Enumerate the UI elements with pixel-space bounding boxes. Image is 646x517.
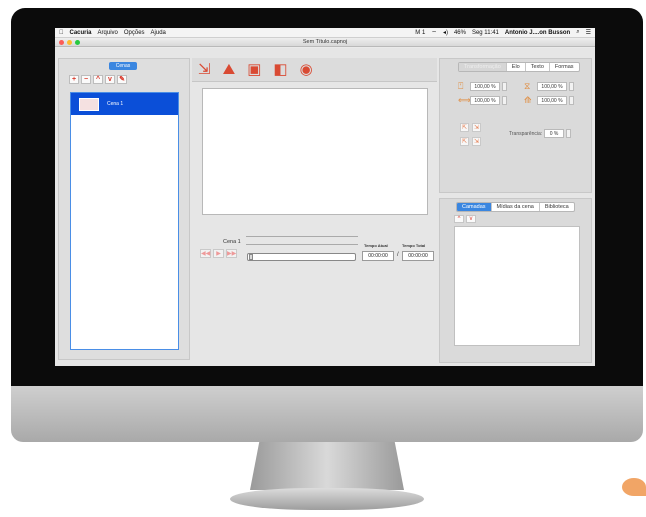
app-menu[interactable]: Cacuria — [70, 30, 92, 36]
remove-scene-button[interactable]: − — [81, 75, 91, 84]
scene-canvas[interactable] — [202, 88, 428, 215]
import-icon[interactable]: ⇲ — [198, 62, 211, 77]
spotlight-icon[interactable]: ⌕ — [576, 29, 579, 36]
layer-down-button[interactable]: v — [466, 215, 476, 223]
monitor-chin — [11, 386, 643, 442]
layers-tabs: Camadas Mídias da cena Biblioteca — [456, 202, 575, 212]
zoom-window-button[interactable] — [75, 40, 80, 45]
window-title: Sem Título.capnoj — [302, 39, 348, 45]
scale-y-icon: ⟰ — [524, 95, 532, 105]
screen:  Cacuria Arquivo Opções Ajuda M 1 ⌔ ◂) … — [55, 28, 595, 366]
menu-ajuda[interactable]: Ajuda — [151, 30, 166, 36]
add-scene-button[interactable]: + — [69, 75, 79, 84]
layer-order-buttons: ^ v — [454, 215, 476, 223]
tab-transformacao[interactable]: Transformação — [459, 63, 507, 71]
app-window: Cenas + − ^ v ✎ Cena 1 ⇲ ⛰ ▣ ◧ ◉ Cena 1 … — [55, 48, 595, 366]
wifi-icon[interactable]: ⌔ — [431, 29, 437, 37]
layers-list[interactable] — [454, 226, 580, 346]
move-down-button[interactable]: v — [105, 75, 115, 84]
rewind-button[interactable]: ◀◀ — [200, 249, 211, 258]
user-menu[interactable]: Antonio J....on Busson — [505, 30, 570, 36]
transparency-field[interactable]: 0 % — [544, 129, 564, 138]
media-toolbar: ⇲ ⛰ ▣ ◧ ◉ — [192, 58, 437, 82]
scale-y-field[interactable]: 100,00 % — [537, 96, 567, 105]
play-button[interactable]: ▶ — [213, 249, 224, 258]
align-icon[interactable]: ⇲ — [472, 137, 481, 146]
forward-button[interactable]: ▶▶ — [226, 249, 237, 258]
notification-icon[interactable]: ☰ — [586, 29, 591, 36]
scale-x-field[interactable]: 100,00 % — [537, 82, 567, 91]
align-icon[interactable]: ⇱ — [460, 137, 469, 146]
transparency-label: Transparência: — [509, 131, 543, 137]
scale-x-stepper[interactable] — [569, 82, 574, 91]
menu-opcoes[interactable]: Opções — [124, 30, 145, 36]
scenes-panel: Cenas + − ^ v ✎ Cena 1 — [58, 58, 190, 360]
scale-x-icon: ⧖ — [524, 81, 531, 91]
scene-label: Cena 1 — [107, 101, 124, 107]
move-up-button[interactable]: ^ — [93, 75, 103, 84]
layers-panel: Camadas Mídias da cena Biblioteca ^ v — [439, 198, 592, 363]
height-field[interactable]: 100,00 % — [470, 82, 500, 91]
width-icon: ⟺ — [458, 95, 471, 105]
tab-cenas[interactable]: Cenas — [109, 62, 137, 70]
tab-camadas[interactable]: Camadas — [457, 203, 492, 211]
layer-up-button[interactable]: ^ — [454, 215, 464, 223]
tab-formas[interactable]: Formas — [550, 63, 579, 71]
time-separator: / — [397, 252, 399, 258]
height-stepper[interactable] — [502, 82, 507, 91]
total-time-field: 00:00:00 — [402, 251, 434, 261]
scene-list: Cena 1 — [70, 92, 179, 350]
minimize-window-button[interactable] — [67, 40, 72, 45]
globe-icon[interactable]: ◉ — [300, 62, 313, 77]
transport-controls: ◀◀ ▶ ▶▶ — [200, 249, 237, 258]
properties-tabs: Transformação Elo Texto Formas — [458, 62, 580, 72]
slider-knob[interactable] — [249, 254, 253, 260]
document-icon[interactable]: ▣ — [247, 62, 261, 77]
tab-elo[interactable]: Elo — [507, 63, 526, 71]
image-icon[interactable]: ⛰ — [223, 62, 236, 77]
width-field[interactable]: 100,00 % — [470, 96, 500, 105]
traffic-lights — [59, 40, 80, 45]
properties-panel: Transformação Elo Texto Formas ⍞ 100,00 … — [439, 58, 592, 193]
menu-bar:  Cacuria Arquivo Opções Ajuda M 1 ⌔ ◂) … — [55, 28, 595, 38]
scale-y-stepper[interactable] — [569, 96, 574, 105]
current-time-field: 00:00:00 — [362, 251, 394, 261]
align-icon[interactable]: ⇱ — [460, 123, 469, 132]
tab-midias-da-cena[interactable]: Mídias da cena — [492, 203, 540, 211]
timeline-track[interactable] — [246, 236, 358, 237]
menu-arquivo[interactable]: Arquivo — [98, 30, 118, 36]
battery-percent[interactable]: 46% — [454, 30, 466, 36]
status-m1[interactable]: M 1 — [415, 30, 425, 36]
progress-slider[interactable] — [247, 253, 356, 261]
tab-texto[interactable]: Texto — [526, 63, 550, 71]
total-time-label: Tempo Total — [402, 243, 426, 248]
timeline-scene-name: Cena 1 — [223, 239, 241, 245]
edit-scene-button[interactable]: ✎ — [117, 75, 127, 84]
current-time-label: Tempo Atual — [364, 243, 388, 248]
volume-icon[interactable]: ◂) — [443, 29, 448, 36]
window-titlebar: Sem Título.capnoj — [55, 38, 595, 47]
scene-thumbnail — [79, 97, 99, 111]
height-icon: ⍞ — [458, 81, 464, 91]
transparency-stepper[interactable] — [566, 129, 571, 138]
align-icon[interactable]: ⇲ — [472, 123, 481, 132]
timeline-track[interactable] — [246, 244, 358, 245]
scene-tools: + − ^ v ✎ — [69, 75, 127, 84]
shapes-icon[interactable]: ◧ — [273, 62, 287, 77]
monitor-foot — [230, 488, 424, 510]
decorative-blob — [622, 478, 646, 496]
close-window-button[interactable] — [59, 40, 64, 45]
monitor-stand — [250, 442, 404, 490]
clock[interactable]: Seg 11:41 — [472, 30, 499, 36]
width-stepper[interactable] — [502, 96, 507, 105]
tab-biblioteca[interactable]: Biblioteca — [540, 203, 574, 211]
list-item[interactable]: Cena 1 — [71, 93, 178, 115]
apple-menu-icon[interactable]:  — [59, 30, 64, 36]
desktop-stage:  Cacuria Arquivo Opções Ajuda M 1 ⌔ ◂) … — [0, 0, 646, 517]
